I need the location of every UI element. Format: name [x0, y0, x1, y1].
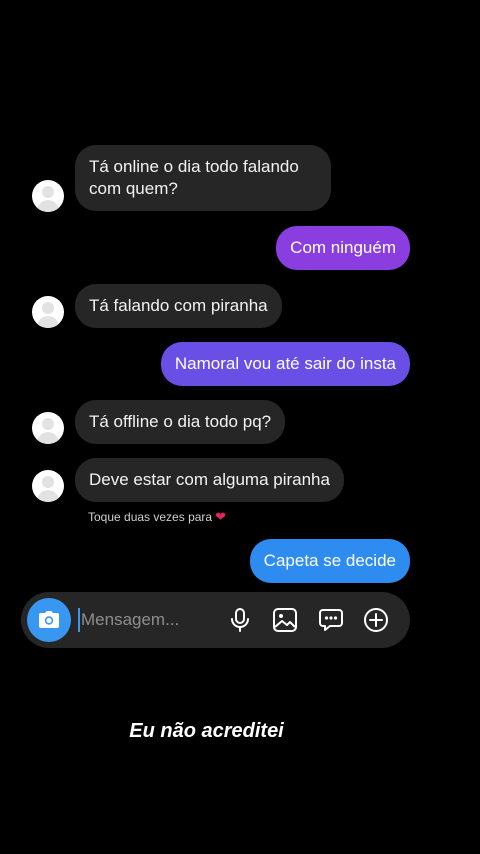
- message-text: Tá offline o dia todo pq?: [89, 412, 272, 431]
- message-text: Capeta se decide: [263, 551, 396, 570]
- message-text: Tá falando com piranha: [89, 296, 268, 315]
- camera-icon: [39, 611, 59, 628]
- microphone-icon[interactable]: [226, 606, 254, 634]
- message-text: Deve estar com alguma piranha: [89, 470, 330, 489]
- message-text-line: com quem?: [89, 179, 178, 198]
- incoming-message-bubble[interactable]: Deve estar com alguma piranha: [75, 458, 344, 502]
- outgoing-message-bubble[interactable]: Namoral vou até sair do insta: [160, 342, 410, 386]
- message-text: Com ninguém: [290, 238, 396, 257]
- message-composer: Mensagem...: [21, 592, 410, 648]
- message-input[interactable]: Mensagem...: [81, 609, 179, 631]
- gallery-icon[interactable]: [271, 606, 299, 634]
- text-cursor: [78, 608, 80, 632]
- contact-avatar[interactable]: [32, 470, 64, 502]
- sticker-icon[interactable]: [317, 606, 345, 634]
- contact-avatar[interactable]: [32, 412, 64, 444]
- message-text-line: Tá online o dia todo falando: [89, 157, 299, 176]
- incoming-message-bubble[interactable]: Tá offline o dia todo pq?: [75, 400, 286, 444]
- message-text: Namoral vou até sair do insta: [174, 354, 396, 373]
- outgoing-message-bubble[interactable]: Com ninguém: [276, 226, 410, 270]
- incoming-message-bubble[interactable]: Tá online o dia todo falando com quem?: [75, 145, 331, 211]
- outgoing-message-bubble[interactable]: Capeta se decide: [249, 539, 410, 583]
- camera-button[interactable]: [27, 598, 71, 642]
- double-tap-hint: Toque duas vezes para ❤: [88, 509, 226, 525]
- contact-avatar[interactable]: [32, 296, 64, 328]
- contact-avatar[interactable]: [32, 180, 64, 212]
- heart-icon: ❤: [215, 509, 226, 524]
- double-tap-hint-text: Toque duas vezes para: [88, 510, 213, 524]
- plus-icon[interactable]: [362, 606, 390, 634]
- incoming-message-bubble[interactable]: Tá falando com piranha: [75, 284, 282, 328]
- video-caption: Eu não acreditei: [129, 720, 284, 742]
